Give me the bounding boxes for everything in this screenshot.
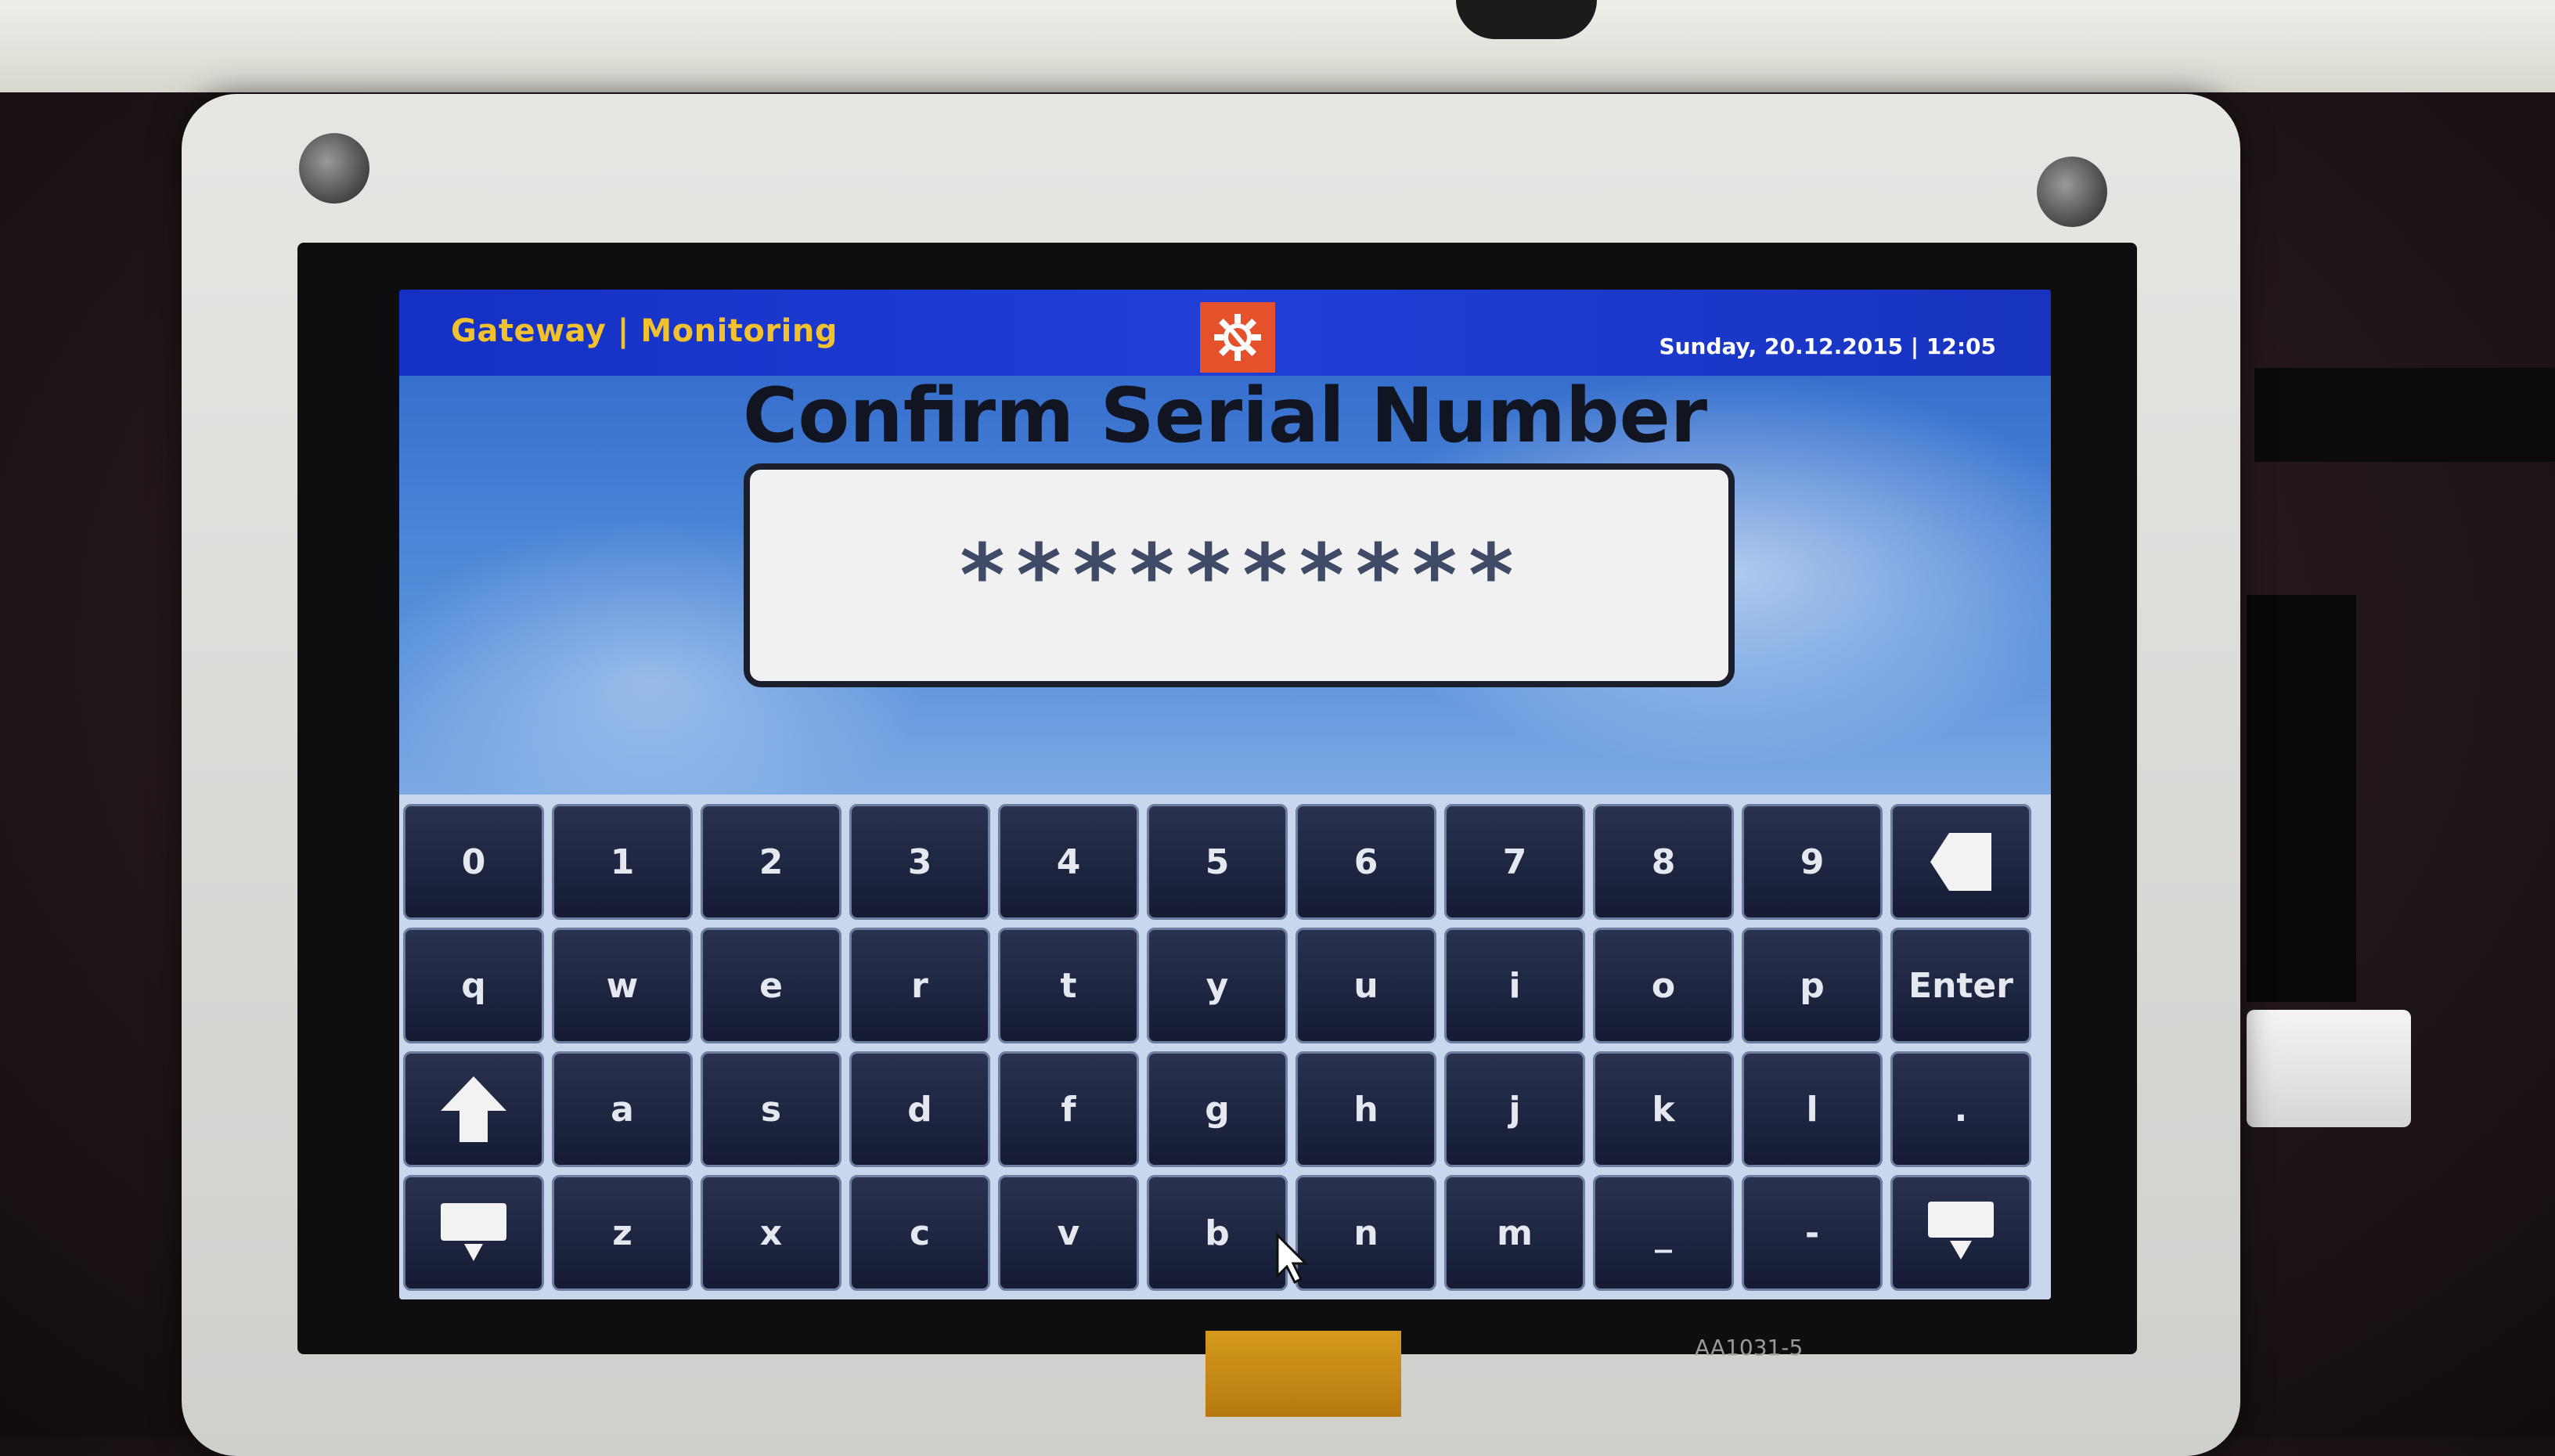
key-t[interactable]: t <box>998 928 1139 1043</box>
device-top-edge <box>0 0 2555 92</box>
key-i[interactable]: i <box>1444 928 1585 1043</box>
shift-key[interactable] <box>403 1051 544 1167</box>
gear-wrench-icon <box>1214 314 1261 361</box>
top-bar: Gateway | Monitoring Sunday, 20.12.2015 … <box>399 290 2051 376</box>
key-7[interactable]: 7 <box>1444 804 1585 920</box>
key-u[interactable]: u <box>1296 928 1436 1043</box>
mouse-pointer-icon <box>1276 1232 1309 1285</box>
key-y[interactable]: y <box>1147 928 1288 1043</box>
key-e[interactable]: e <box>701 928 841 1043</box>
key-r[interactable]: r <box>849 928 990 1043</box>
key-m[interactable]: m <box>1444 1175 1585 1291</box>
hdmi-cable <box>2254 368 2555 462</box>
backspace-icon <box>1930 833 1991 891</box>
flex-cable <box>1205 1331 1401 1417</box>
key-f[interactable]: f <box>998 1051 1139 1167</box>
backspace-key[interactable] <box>1890 804 2031 920</box>
key-underscore[interactable]: _ <box>1593 1175 1734 1291</box>
settings-button[interactable] <box>1200 302 1275 373</box>
screw-top-left <box>299 133 369 204</box>
key-4[interactable]: 4 <box>998 804 1139 920</box>
key-v[interactable]: v <box>998 1175 1139 1291</box>
key-8[interactable]: 8 <box>1593 804 1734 920</box>
touch-screen: Gateway | Monitoring Sunday, 20.12.2015 … <box>399 290 2051 1299</box>
key-2[interactable]: 2 <box>701 804 841 920</box>
key-9[interactable]: 9 <box>1742 804 1883 920</box>
key-p[interactable]: p <box>1742 928 1883 1043</box>
key-g[interactable]: g <box>1147 1051 1288 1167</box>
key-a[interactable]: a <box>552 1051 693 1167</box>
screw-top-right <box>2037 157 2107 227</box>
key-z[interactable]: z <box>552 1175 693 1291</box>
serial-number-value: ********** <box>956 525 1523 625</box>
device-notch <box>1456 0 1597 39</box>
key-3[interactable]: 3 <box>849 804 990 920</box>
key-k[interactable]: k <box>1593 1051 1734 1167</box>
key-l[interactable]: l <box>1742 1051 1883 1167</box>
keyboard-hide-icon <box>441 1203 506 1261</box>
key-n[interactable]: n <box>1296 1175 1436 1291</box>
datetime-display: Sunday, 20.12.2015 | 12:05 <box>1659 333 1996 359</box>
key-1[interactable]: 1 <box>552 804 693 920</box>
app-title: Gateway | Monitoring <box>451 313 838 349</box>
side-connector <box>2247 595 2356 1002</box>
key-j[interactable]: j <box>1444 1051 1585 1167</box>
arrow-down-icon <box>1928 1202 1994 1260</box>
usb-plug <box>2247 1010 2411 1127</box>
key-5[interactable]: 5 <box>1147 804 1288 920</box>
key-q[interactable]: q <box>403 928 544 1043</box>
hide-keyboard-key[interactable] <box>403 1175 544 1291</box>
serial-number-field[interactable]: ********** <box>744 463 1735 687</box>
panel-code: AA1031-5 <box>1695 1335 1804 1360</box>
scroll-down-key[interactable] <box>1890 1175 2031 1291</box>
key-o[interactable]: o <box>1593 928 1734 1043</box>
key-d[interactable]: d <box>849 1051 990 1167</box>
key-s[interactable]: s <box>701 1051 841 1167</box>
key-6[interactable]: 6 <box>1296 804 1436 920</box>
onscreen-keyboard: 0 1 2 3 4 5 6 7 8 9 q w e r t y u i o p … <box>399 795 2051 1299</box>
key-w[interactable]: w <box>552 928 693 1043</box>
key-x[interactable]: x <box>701 1175 841 1291</box>
key-h[interactable]: h <box>1296 1051 1436 1167</box>
key-c[interactable]: c <box>849 1175 990 1291</box>
shift-arrow-up-icon <box>441 1076 506 1142</box>
key-b[interactable]: b <box>1147 1175 1288 1291</box>
enter-key[interactable]: Enter <box>1890 928 2031 1043</box>
key-hyphen[interactable]: - <box>1742 1175 1883 1291</box>
key-period[interactable]: . <box>1890 1051 2031 1167</box>
page-title: Confirm Serial Number <box>742 372 1708 460</box>
key-0[interactable]: 0 <box>403 804 544 920</box>
